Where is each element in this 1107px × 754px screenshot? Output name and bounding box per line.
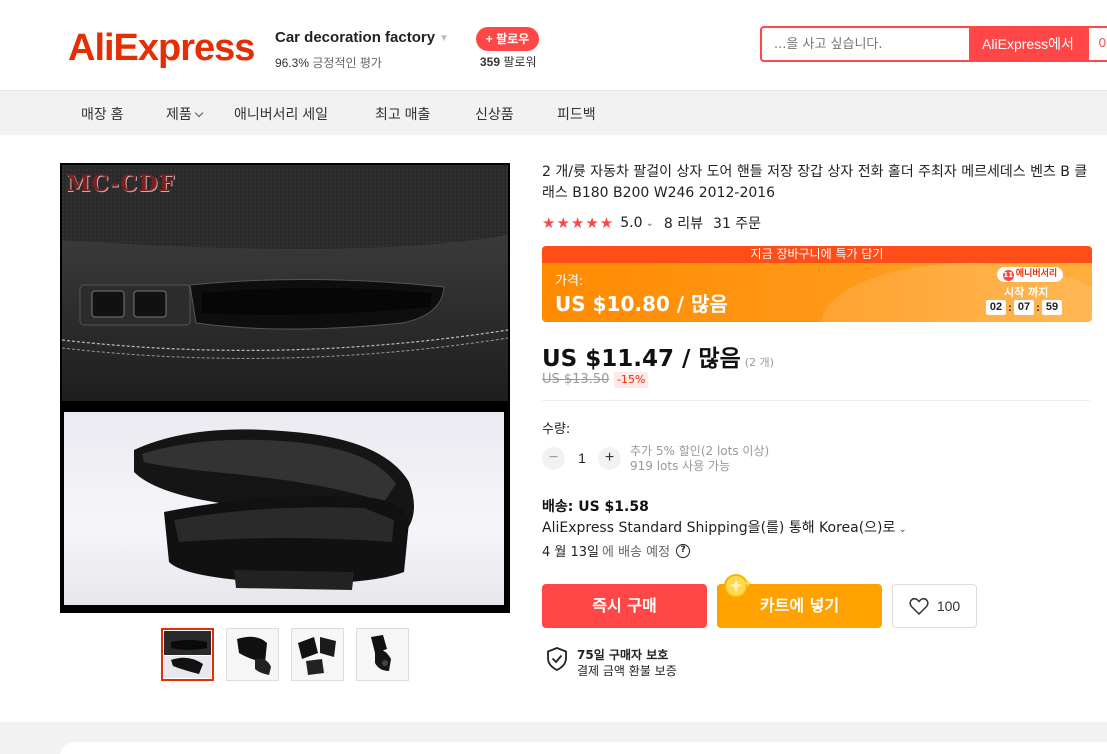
rating-score[interactable]: 5.0 bbox=[620, 215, 642, 231]
store-rating: 96.3% 긍정적인 평가 bbox=[275, 54, 382, 71]
chevron-down-icon[interactable]: ⌄ bbox=[646, 218, 654, 229]
door-panel-photo: MC-CDF bbox=[62, 165, 508, 401]
store-rating-value: 96.3% bbox=[275, 56, 310, 70]
countdown-timer: 02 : 07 : 59 bbox=[986, 300, 1062, 315]
nav-top-selling[interactable]: 최고 매출 bbox=[375, 104, 430, 124]
nav-products[interactable]: 제품 bbox=[166, 104, 204, 124]
star-rating-icon: ★★★★★ bbox=[542, 214, 615, 232]
thumbnail-3[interactable] bbox=[291, 628, 344, 681]
quantity-decrease-button[interactable]: − bbox=[542, 447, 565, 470]
review-count[interactable]: 8 리뷰 bbox=[664, 213, 703, 233]
countdown-label: 시작 까지 bbox=[1004, 286, 1049, 299]
thumbnail-4[interactable] bbox=[356, 628, 409, 681]
shipping-price: 배송: US $1.58 bbox=[542, 499, 649, 515]
quantity-note: 추가 5% 할인(2 lots 이상) 919 lots 사용 가능 bbox=[630, 444, 769, 474]
aliexpress-logo[interactable]: AliExpress bbox=[68, 26, 255, 70]
coin-sparkle-icon bbox=[724, 574, 752, 598]
caret-down-icon[interactable]: ▼ bbox=[439, 33, 449, 44]
thumbnail-1[interactable] bbox=[161, 628, 214, 681]
nav-anniversary-sale[interactable]: 애니버서리 세일 bbox=[234, 104, 328, 124]
discount-badge: -15% bbox=[614, 372, 649, 388]
store-name-label[interactable]: Car decoration factory bbox=[275, 29, 435, 46]
wishlist-button[interactable]: 100 bbox=[892, 584, 977, 628]
buyer-protection-subtitle: 결제 금액 환불 보증 bbox=[577, 664, 677, 678]
quantity-discount-note: 추가 5% 할인(2 lots 이상) bbox=[630, 444, 770, 458]
delivery-date-suffix: 에 배송 예정 bbox=[602, 545, 671, 560]
product-title: 2 개/륫 자동차 팔걸이 상자 도어 핸들 저장 장갑 상자 전화 홀더 주최… bbox=[542, 164, 1088, 201]
price-quantity: (2 개) bbox=[744, 356, 774, 369]
search-aliexpress-button[interactable]: AliExpress에서 bbox=[969, 26, 1087, 62]
nav-products-label[interactable]: 제품 bbox=[166, 106, 192, 122]
followers-number: 359 bbox=[480, 55, 501, 69]
quantity-label: 수량: bbox=[542, 422, 571, 437]
heart-icon[interactable] bbox=[909, 597, 929, 615]
nav-feedback[interactable]: 피드백 bbox=[557, 104, 596, 124]
shipping-method-label[interactable]: AliExpress Standard Shipping을(를) 통해 Kore… bbox=[542, 520, 895, 536]
buyer-protection-title: 75일 구매자 보호 bbox=[577, 648, 669, 662]
timer-hours: 02 bbox=[986, 300, 1006, 315]
header: AliExpress Car decoration factory ▼ 96.3%… bbox=[0, 0, 1107, 91]
quantity-increase-button[interactable]: + bbox=[598, 447, 621, 470]
buy-now-button[interactable]: 즉시 구매 bbox=[542, 584, 707, 628]
quantity-value[interactable]: 1 bbox=[570, 450, 594, 466]
promo-price-label: 가격: bbox=[555, 274, 584, 289]
delivery-date: 4 월 13일 에 배송 예정 ? bbox=[542, 541, 691, 560]
help-icon[interactable]: ? bbox=[676, 543, 691, 558]
quantity-available: 919 lots 사용 가능 bbox=[630, 459, 731, 473]
timer-separator: : bbox=[1008, 301, 1012, 314]
store-nav: 매장 홈 제품 애니버서리 세일 최고 매출 신상품 피드백 bbox=[0, 91, 1107, 135]
anniversary-badge: 11 애니버서리 bbox=[997, 267, 1063, 282]
followers-count: 359 팔로워 bbox=[480, 53, 537, 70]
search-input[interactable] bbox=[774, 28, 964, 60]
original-price: US $13.50 bbox=[542, 372, 610, 387]
current-price: US $11.47 / 많음 (2 개) bbox=[542, 339, 774, 373]
search-box: AliExpress에서 이 bbox=[760, 26, 1107, 62]
thumbnail-2[interactable] bbox=[226, 628, 279, 681]
watermark: MC-CDF bbox=[66, 171, 176, 197]
timer-separator: : bbox=[1036, 301, 1040, 314]
nav-store-home[interactable]: 매장 홈 bbox=[81, 104, 124, 124]
delivery-date-value: 4 월 13일 bbox=[542, 545, 599, 560]
promo-price: US $10.80 / 많음 bbox=[555, 292, 728, 316]
followers-label: 팔로워 bbox=[503, 55, 537, 69]
search-store-button[interactable]: 이 bbox=[1087, 26, 1107, 62]
storage-box-photo bbox=[64, 412, 504, 605]
promo-cart-banner[interactable]: 지금 장바구니에 특가 담기 bbox=[542, 246, 1092, 263]
anniversary-label: 애니버서리 bbox=[1015, 269, 1058, 279]
current-price-value: US $11.47 / 많음 bbox=[542, 346, 741, 372]
chevron-down-icon[interactable]: ⌄ bbox=[898, 524, 906, 535]
buyer-protection-text: 75일 구매자 보호 결제 금액 환불 보증 bbox=[577, 647, 677, 679]
follow-button[interactable]: + 팔로우 bbox=[476, 27, 539, 51]
timer-minutes: 07 bbox=[1014, 300, 1034, 315]
chevron-down-icon[interactable] bbox=[194, 108, 204, 118]
shield-check-icon bbox=[547, 647, 567, 671]
buyer-protection: 75일 구매자 보호 결제 금액 환불 보증 bbox=[546, 647, 677, 679]
store-rating-label: 긍정적인 평가 bbox=[312, 56, 382, 70]
nav-new-arrivals[interactable]: 신상품 bbox=[475, 104, 514, 124]
order-count: 31 주문 bbox=[713, 216, 762, 232]
wishlist-count[interactable]: 100 bbox=[937, 598, 960, 614]
main-product-image[interactable]: MC-CDF bbox=[60, 163, 510, 613]
bottom-card bbox=[60, 742, 1107, 754]
anniversary-logo-icon: 11 bbox=[1002, 270, 1014, 281]
shipping-method[interactable]: AliExpress Standard Shipping을(를) 통해 Kore… bbox=[542, 517, 907, 537]
promo-banner: 지금 장바구니에 특가 담기 가격: US $10.80 / 많음 11 애니버서… bbox=[542, 246, 1092, 322]
divider bbox=[542, 400, 1090, 401]
timer-seconds: 59 bbox=[1042, 300, 1062, 315]
store-name[interactable]: Car decoration factory ▼ bbox=[275, 29, 449, 46]
rating-row: ★★★★★ 5.0 ⌄ 8 리뷰 31 주문 bbox=[542, 213, 761, 233]
